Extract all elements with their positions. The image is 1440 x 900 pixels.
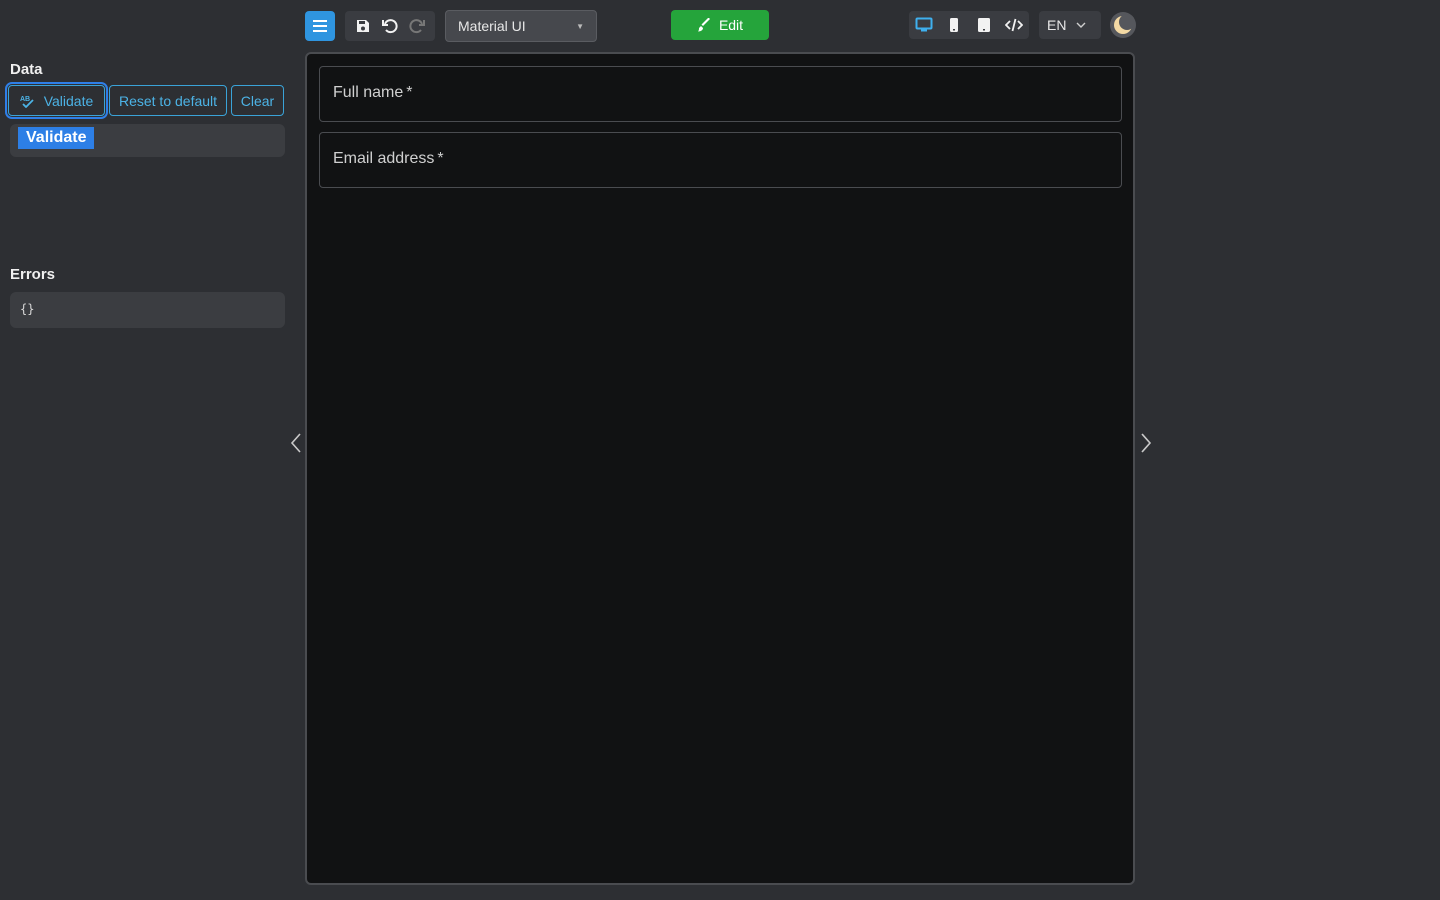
email-address-field[interactable]: Email address * [319,132,1122,188]
desktop-view-button[interactable] [911,12,937,38]
full-name-label: Full name [333,84,404,101]
errors-section-title: Errors [10,266,56,283]
monitor-icon [915,17,933,32]
theme-select-value: Material UI [458,18,526,34]
undo-button[interactable] [377,13,403,39]
form-preview: Full name * Email address * [305,52,1135,885]
clear-button-label: Clear [240,92,275,109]
validate-button-label: Validate [43,92,94,109]
history-toolbar [345,11,435,41]
theme-select[interactable]: Material UI ▼ [445,10,597,42]
language-select-value: EN [1047,17,1067,33]
caret-down-icon: ▼ [576,22,584,31]
redo-icon [409,19,426,34]
collapse-right-panel-icon[interactable] [1138,432,1154,454]
validate-button[interactable]: AB Validate [5,82,108,119]
view-mode-toolbar [909,11,1029,39]
errors-value: {} [20,302,35,316]
redo-button[interactable] [404,13,430,39]
required-mark: * [406,84,413,101]
menu-button[interactable] [305,11,335,41]
data-actions: AB Validate Reset to default Clear [5,82,284,119]
tablet-icon [978,18,990,32]
undo-icon [381,19,398,34]
required-mark: * [437,150,444,167]
clear-button[interactable]: Clear [231,85,284,116]
reset-button-label: Reset to default [118,92,218,109]
chevron-down-icon [1076,22,1086,28]
full-name-field[interactable]: Full name * [319,66,1122,122]
code-view-button[interactable] [1001,12,1027,38]
tablet-view-button[interactable] [971,12,997,38]
validate-tooltip: Validate [18,127,95,149]
data-section-title: Data [10,61,43,78]
edit-button-label: Edit [718,17,744,33]
spellcheck-icon: AB [20,96,34,108]
code-icon [1005,18,1023,32]
email-address-label: Email address [333,150,435,167]
errors-output: {} [10,292,285,328]
reset-to-default-button[interactable]: Reset to default [109,85,227,116]
save-button[interactable] [350,13,376,39]
svg-text:AB: AB [20,96,30,103]
language-select[interactable]: EN [1039,11,1101,39]
save-icon [356,20,369,32]
moon-icon [1114,14,1134,34]
menu-icon [313,20,327,32]
phone-icon [950,18,958,32]
brush-icon [697,18,710,32]
dark-mode-toggle[interactable] [1110,12,1136,38]
edit-button[interactable]: Edit [671,10,769,40]
collapse-left-panel-icon[interactable] [288,432,304,454]
mobile-view-button[interactable] [941,12,967,38]
top-toolbar: Material UI ▼ Edit EN [0,0,1440,52]
